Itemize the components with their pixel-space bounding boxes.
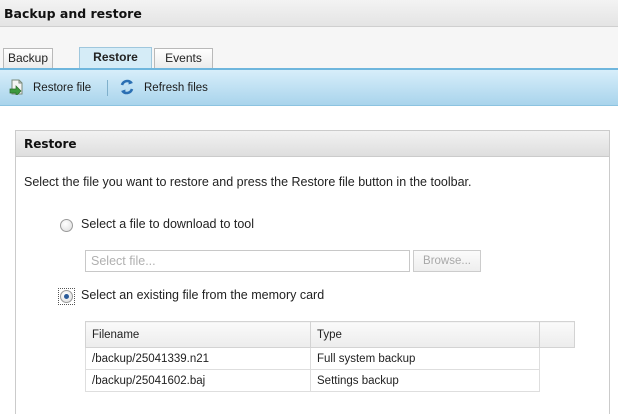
download-file-radio-label[interactable]: Select a file to download to tool <box>81 217 254 231</box>
download-file-radio[interactable] <box>60 219 73 232</box>
file-select-input[interactable] <box>85 250 410 272</box>
column-header-spacer <box>539 321 575 348</box>
filename-cell: /backup/25041602.baj <box>85 369 311 392</box>
column-header-filename[interactable]: Filename <box>85 321 311 348</box>
refresh-files-button[interactable]: Refresh files <box>118 79 208 97</box>
row-spacer <box>540 370 575 392</box>
tab-events[interactable]: Events <box>154 48 213 68</box>
table-row[interactable]: /backup/25041339.n21 Full system backup <box>85 347 575 370</box>
type-cell: Settings backup <box>310 369 540 392</box>
table-row[interactable]: /backup/25041602.baj Settings backup <box>85 369 575 392</box>
restore-file-button[interactable]: Restore file <box>9 79 91 97</box>
window-title-bar: Backup and restore <box>0 0 618 27</box>
tab-bar: Backup Restore Events <box>0 27 618 69</box>
memory-card-radio-label[interactable]: Select an existing file from the memory … <box>81 288 324 302</box>
refresh-files-label: Refresh files <box>144 82 208 94</box>
window-title: Backup and restore <box>4 6 142 21</box>
row-spacer <box>540 348 575 370</box>
panel-header: Restore <box>16 131 609 157</box>
file-table: Filename Type /backup/25041339.n21 Full … <box>85 321 575 392</box>
restore-file-label: Restore file <box>33 82 92 94</box>
refresh-icon <box>118 78 136 99</box>
column-header-type[interactable]: Type <box>310 321 540 348</box>
toolbar-separator <box>107 80 108 96</box>
instruction-text: Select the file you want to restore and … <box>24 175 472 189</box>
restore-file-icon <box>9 79 25 98</box>
browse-button[interactable]: Browse... <box>413 250 481 272</box>
tab-backup[interactable]: Backup <box>3 48 53 68</box>
filename-cell: /backup/25041339.n21 <box>85 347 311 370</box>
memory-card-radio[interactable] <box>60 290 73 303</box>
tab-restore[interactable]: Restore <box>79 47 152 69</box>
toolbar: Restore file Refresh files <box>0 68 618 106</box>
table-header: Filename Type <box>85 321 575 348</box>
panel-title: Restore <box>24 137 77 151</box>
type-cell: Full system backup <box>310 347 540 370</box>
restore-panel: Restore Select the file you want to rest… <box>15 130 610 414</box>
